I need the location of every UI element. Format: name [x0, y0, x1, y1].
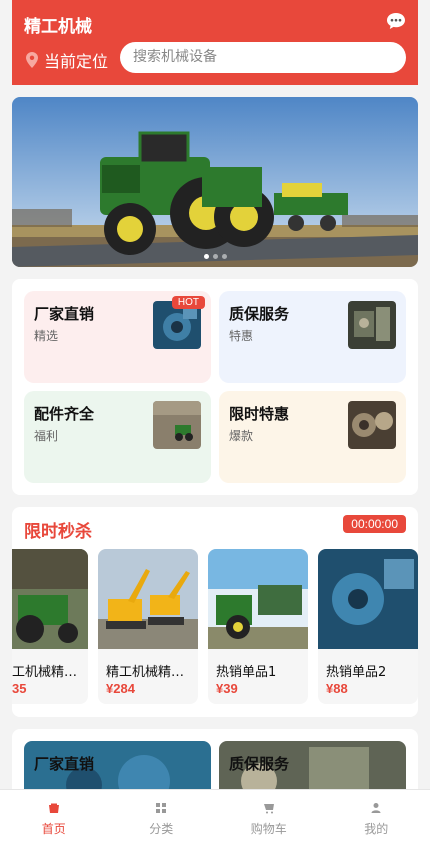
product-card[interactable]: 热销单品2 ¥88: [318, 549, 418, 704]
product-name: 热销单品1: [216, 665, 277, 680]
message-icon[interactable]: [386, 12, 406, 30]
product-image: [12, 549, 88, 649]
tile-title: 配件齐全: [34, 405, 95, 423]
banner-tractor-image: [12, 97, 418, 267]
tab-home[interactable]: 首页: [0, 790, 108, 844]
service-grid: 厂家直销 精选 HOT 质保服务 特惠 配件齐全 福利 限时特惠 爆款: [12, 279, 418, 495]
tile-title: 限时特惠: [229, 405, 290, 423]
tab-label: 首页: [41, 822, 66, 836]
banner-carousel[interactable]: [12, 97, 418, 267]
product-image: [98, 549, 198, 649]
product-name: 精工机械精…: [106, 665, 185, 680]
service-tile-factory-direct[interactable]: 厂家直销 精选 HOT: [24, 291, 211, 383]
flash-sale-section: 限时秒杀 00:00:00 工机械精… 35 精工机械精… ¥284 热销单品1…: [12, 507, 418, 717]
top-header: 精工机械 当前定位 搜索机械设备: [12, 0, 418, 85]
product-name: 热销单品2: [326, 665, 387, 680]
tile-image: [348, 401, 396, 449]
tile-subtitle: 特惠: [229, 329, 254, 343]
tab-label: 分类: [149, 822, 174, 836]
location-selector[interactable]: 当前定位: [26, 48, 108, 72]
carousel-dot[interactable]: [212, 254, 218, 259]
app-title: 精工机械: [24, 17, 92, 37]
featured-card-label: 质保服务: [229, 755, 290, 773]
carousel-dot[interactable]: [203, 254, 209, 259]
tile-image: [153, 401, 201, 449]
tab-profile[interactable]: 我的: [323, 790, 430, 844]
bottom-tab-bar: 首页 分类 购物车 我的: [0, 789, 430, 844]
featured-card-label: 厂家直销: [34, 755, 95, 773]
location-label: 当前定位: [44, 52, 109, 71]
flash-sale-title: 限时秒杀: [24, 522, 92, 542]
location-pin-icon: [26, 52, 38, 68]
cart-icon: [263, 804, 274, 814]
service-tile-warranty[interactable]: 质保服务 特惠: [219, 291, 406, 383]
product-card[interactable]: 精工机械精… ¥284: [98, 549, 198, 704]
tab-label: 我的: [364, 822, 389, 836]
product-price: ¥88: [326, 681, 348, 696]
product-price: ¥39: [216, 681, 238, 696]
search-input[interactable]: 搜索机械设备: [120, 42, 406, 73]
user-icon: [371, 803, 381, 813]
tile-title: 厂家直销: [34, 305, 95, 323]
tab-category[interactable]: 分类: [108, 790, 216, 844]
countdown-timer: 00:00:00: [343, 515, 406, 533]
product-image: [318, 549, 418, 649]
tile-title: 质保服务: [229, 305, 290, 323]
product-image: [208, 549, 308, 649]
product-card[interactable]: 热销单品1 ¥39: [208, 549, 308, 704]
tile-subtitle: 福利: [34, 429, 59, 443]
product-name: 工机械精…: [12, 665, 78, 680]
carousel-indicator: [12, 254, 418, 259]
tab-label: 购物车: [250, 822, 287, 836]
tile-image: [348, 301, 396, 349]
product-price: ¥284: [106, 681, 135, 696]
product-card[interactable]: 工机械精… 35: [12, 549, 88, 704]
product-price: 35: [12, 681, 27, 696]
service-tile-parts[interactable]: 配件齐全 福利: [24, 391, 211, 483]
tile-subtitle: 爆款: [229, 429, 254, 443]
app-page: 精工机械 当前定位 搜索机械设备 厂家直销 精选 HOT 质保服务 特惠 配件齐…: [0, 0, 430, 844]
hot-badge: HOT: [171, 296, 205, 309]
grid-icon: [156, 803, 167, 813]
tab-cart[interactable]: 购物车: [215, 790, 323, 844]
carousel-dot[interactable]: [221, 254, 227, 259]
service-tile-special-offer[interactable]: 限时特惠 爆款: [219, 391, 406, 483]
tile-subtitle: 精选: [34, 329, 59, 343]
home-icon: [48, 803, 59, 813]
